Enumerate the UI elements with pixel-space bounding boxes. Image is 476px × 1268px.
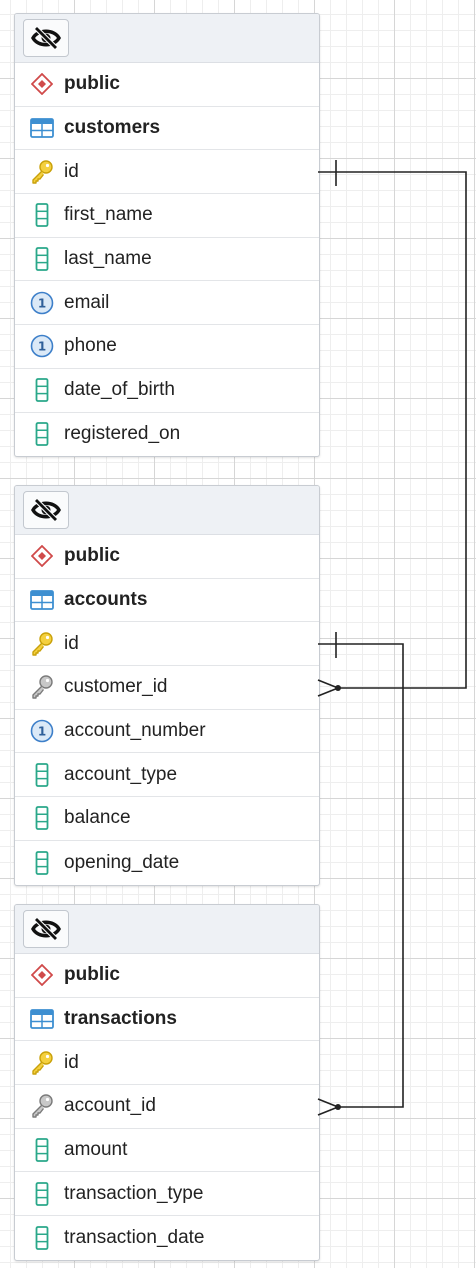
relation-accounts-transactions[interactable] <box>317 632 404 1116</box>
schema-name: public <box>64 964 120 986</box>
column-icon <box>30 850 54 875</box>
column-name: id <box>64 1051 79 1073</box>
column-name: opening_date <box>64 851 180 873</box>
toggle-visibility-button[interactable] <box>23 19 69 57</box>
column-row[interactable]: balance <box>15 797 319 841</box>
column-name: registered_on <box>64 423 181 445</box>
column-row[interactable]: last_name <box>15 238 319 282</box>
column-icon <box>30 806 54 831</box>
schema-icon <box>30 72 54 96</box>
svg-text:1: 1 <box>38 340 46 354</box>
column-row[interactable]: opening_date <box>15 841 319 885</box>
column-name: account_id <box>64 1095 156 1117</box>
unique-icon: 1 <box>30 334 54 358</box>
column-name: id <box>64 632 79 654</box>
primary-key-icon <box>30 1051 54 1075</box>
many-marker <box>317 679 341 697</box>
column-row[interactable]: transaction_type <box>15 1172 319 1217</box>
column-row[interactable]: id <box>15 1041 319 1086</box>
schema-name: public <box>64 545 120 567</box>
schema-row[interactable]: public <box>15 954 319 998</box>
foreign-key-icon <box>30 675 54 700</box>
column-icon <box>30 1181 54 1206</box>
eye-slash-icon <box>31 917 61 941</box>
column-icon <box>30 247 54 271</box>
schema-icon <box>30 544 54 568</box>
column-name: account_type <box>64 763 178 785</box>
column-name: first_name <box>64 204 153 226</box>
column-name: account_number <box>64 720 206 742</box>
schema-name: public <box>64 73 120 95</box>
table-name-row[interactable]: transactions <box>15 998 319 1042</box>
column-name: customer_id <box>64 676 168 698</box>
table-name: transactions <box>64 1008 177 1030</box>
column-row[interactable]: id <box>15 150 319 195</box>
column-row[interactable]: customer_id <box>15 666 319 710</box>
column-row[interactable]: first_name <box>15 194 319 238</box>
column-row[interactable]: account_id <box>15 1085 319 1129</box>
column-row[interactable]: transaction_date <box>15 1216 319 1260</box>
column-icon <box>30 378 54 403</box>
column-name: id <box>64 160 79 182</box>
column-icon <box>30 1226 54 1250</box>
table-header <box>15 486 319 535</box>
svg-text:1: 1 <box>38 725 46 739</box>
column-row[interactable]: amount <box>15 1129 319 1173</box>
unique-icon: 1 <box>30 719 54 743</box>
table-header <box>15 905 319 954</box>
schema-row[interactable]: public <box>15 63 319 107</box>
column-icon <box>30 762 54 787</box>
foreign-key-icon <box>30 1094 54 1119</box>
column-name: transaction_date <box>64 1226 205 1248</box>
table-name: customers <box>64 117 161 139</box>
column-row[interactable]: account_type <box>15 753 319 798</box>
column-name: phone <box>64 335 117 357</box>
column-name: date_of_birth <box>64 379 175 401</box>
column-name: balance <box>64 807 131 829</box>
table-node-customers[interactable]: public customers id first_name last_name… <box>14 13 320 458</box>
column-icon <box>30 1138 54 1162</box>
column-name: amount <box>64 1139 128 1161</box>
many-marker-dot <box>335 685 341 691</box>
toggle-visibility-button[interactable] <box>23 910 69 948</box>
column-row[interactable]: registered_on <box>15 413 319 457</box>
table-name-row[interactable]: accounts <box>15 579 319 623</box>
column-row[interactable]: id <box>15 622 319 667</box>
column-row[interactable]: 1 email <box>15 281 319 326</box>
many-marker-dot <box>335 1104 341 1110</box>
column-icon <box>30 422 54 447</box>
column-name: email <box>64 291 110 313</box>
column-row[interactable]: 1 phone <box>15 325 319 369</box>
eye-slash-icon <box>31 498 61 522</box>
many-marker <box>317 1098 341 1116</box>
table-node-accounts[interactable]: public accounts id customer_id 1 account… <box>14 485 320 886</box>
unique-icon: 1 <box>30 291 54 315</box>
column-row[interactable]: date_of_birth <box>15 369 319 413</box>
primary-key-icon <box>30 632 54 656</box>
column-row[interactable]: 1 account_number <box>15 710 319 754</box>
column-name: last_name <box>64 248 152 270</box>
table-node-transactions[interactable]: public transactions id account_id amount… <box>14 904 320 1261</box>
primary-key-icon <box>30 160 54 184</box>
column-icon <box>30 203 54 228</box>
table-icon <box>30 1007 54 1031</box>
svg-text:1: 1 <box>38 296 46 310</box>
table-name-row[interactable]: customers <box>15 107 319 151</box>
schema-icon <box>30 963 54 987</box>
table-header <box>15 14 319 63</box>
eye-slash-icon <box>31 26 61 50</box>
column-name: transaction_type <box>64 1182 204 1204</box>
relation-line <box>318 643 404 1108</box>
table-icon <box>30 116 54 140</box>
table-icon <box>30 588 54 612</box>
toggle-visibility-button[interactable] <box>23 491 69 529</box>
relation-customers-accounts[interactable] <box>317 160 467 697</box>
relation-line <box>318 171 467 689</box>
table-name: accounts <box>64 589 148 611</box>
schema-row[interactable]: public <box>15 535 319 579</box>
